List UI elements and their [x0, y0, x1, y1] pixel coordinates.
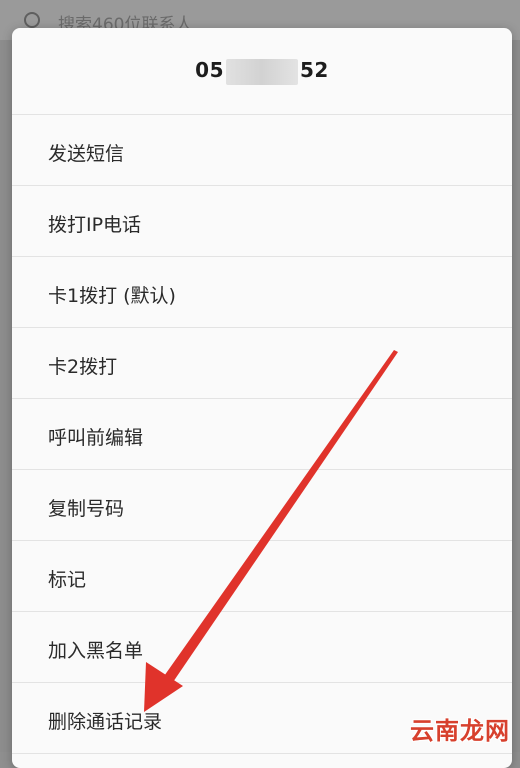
menu-item-label: 加入黑名单 — [48, 640, 144, 662]
menu-item-label: 标记 — [48, 569, 87, 591]
watermark-logo: 云南龙网 — [410, 717, 510, 745]
search-icon — [24, 12, 40, 28]
call-log-context-menu: 05 52 发送短信 拨打IP电话 卡1拨打 (默认) 卡2拨打 呼叫前编辑 复制… — [12, 28, 512, 768]
phone-number-title: 05 52 — [12, 58, 512, 85]
redacted-digits — [226, 58, 298, 85]
menu-item-ip-call[interactable]: 拨打IP电话 — [12, 186, 512, 257]
phone-number-prefix: 05 — [195, 58, 224, 82]
menu-item-add-blacklist[interactable]: 加入黑名单 — [12, 612, 512, 683]
menu-item-label: 拨打IP电话 — [48, 214, 142, 236]
menu-item-copy-number[interactable]: 复制号码 — [12, 470, 512, 541]
dialog-header: 05 52 — [12, 28, 512, 114]
menu-item-sim1-call[interactable]: 卡1拨打 (默认) — [12, 257, 512, 328]
menu-item-label: 卡1拨打 (默认) — [48, 285, 176, 307]
menu-item-label: 复制号码 — [48, 498, 125, 520]
menu-item-label: 卡2拨打 — [48, 356, 118, 378]
phone-number-suffix: 52 — [300, 58, 329, 82]
menu-item-sim2-call[interactable]: 卡2拨打 — [12, 328, 512, 399]
menu-item-edit-before-call[interactable]: 呼叫前编辑 — [12, 399, 512, 470]
action-menu: 发送短信 拨打IP电话 卡1拨打 (默认) 卡2拨打 呼叫前编辑 复制号码 标记… — [12, 114, 512, 754]
menu-item-label: 发送短信 — [48, 143, 125, 165]
menu-item-send-sms[interactable]: 发送短信 — [12, 115, 512, 186]
menu-item-mark[interactable]: 标记 — [12, 541, 512, 612]
menu-item-label: 呼叫前编辑 — [48, 427, 144, 449]
menu-item-label: 删除通话记录 — [48, 711, 163, 733]
